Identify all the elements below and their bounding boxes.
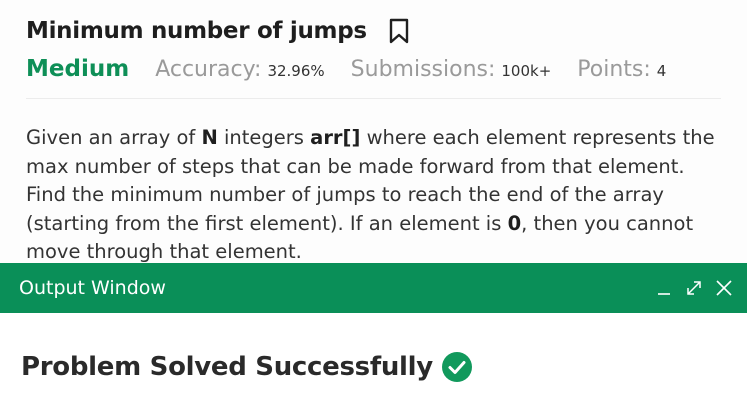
description-text: Given an array of xyxy=(26,126,202,149)
description-bold: 0 xyxy=(507,211,522,235)
problem-card: Minimum number of jumps Medium Accuracy:… xyxy=(0,0,747,263)
description-bold: N xyxy=(201,126,218,149)
problem-title: Minimum number of jumps xyxy=(26,18,367,44)
points-label: Points: xyxy=(577,57,651,82)
problem-meta: Medium Accuracy: 32.96% Submissions: 100… xyxy=(26,56,666,82)
submissions-label: Submissions: xyxy=(350,57,496,82)
output-window-header: Output Window xyxy=(0,263,747,313)
output-window: Output Window Problem Solved Successfull… xyxy=(0,263,747,403)
bookmark-icon[interactable] xyxy=(389,18,409,44)
divider xyxy=(26,98,721,99)
output-window-title: Output Window xyxy=(19,277,166,299)
result-row: Problem Solved Successfully xyxy=(21,351,473,383)
description-bold: arr[] xyxy=(310,126,361,149)
result-message: Problem Solved Successfully xyxy=(21,352,433,382)
close-icon[interactable] xyxy=(713,277,735,299)
accuracy-value: 32.96% xyxy=(267,62,325,80)
expand-icon[interactable] xyxy=(683,277,705,299)
problem-description: Given an array of N integers arr[] where… xyxy=(26,124,726,263)
problem-title-row: Minimum number of jumps xyxy=(26,18,409,44)
accuracy-label: Accuracy: xyxy=(155,57,262,82)
minimize-icon[interactable] xyxy=(653,277,675,299)
points-value: 4 xyxy=(656,62,667,80)
window-controls xyxy=(645,277,735,299)
description-text: integers xyxy=(217,126,311,149)
submissions-value: 100k+ xyxy=(501,62,552,80)
difficulty-label: Medium xyxy=(26,56,130,82)
check-circle-icon xyxy=(441,351,473,383)
